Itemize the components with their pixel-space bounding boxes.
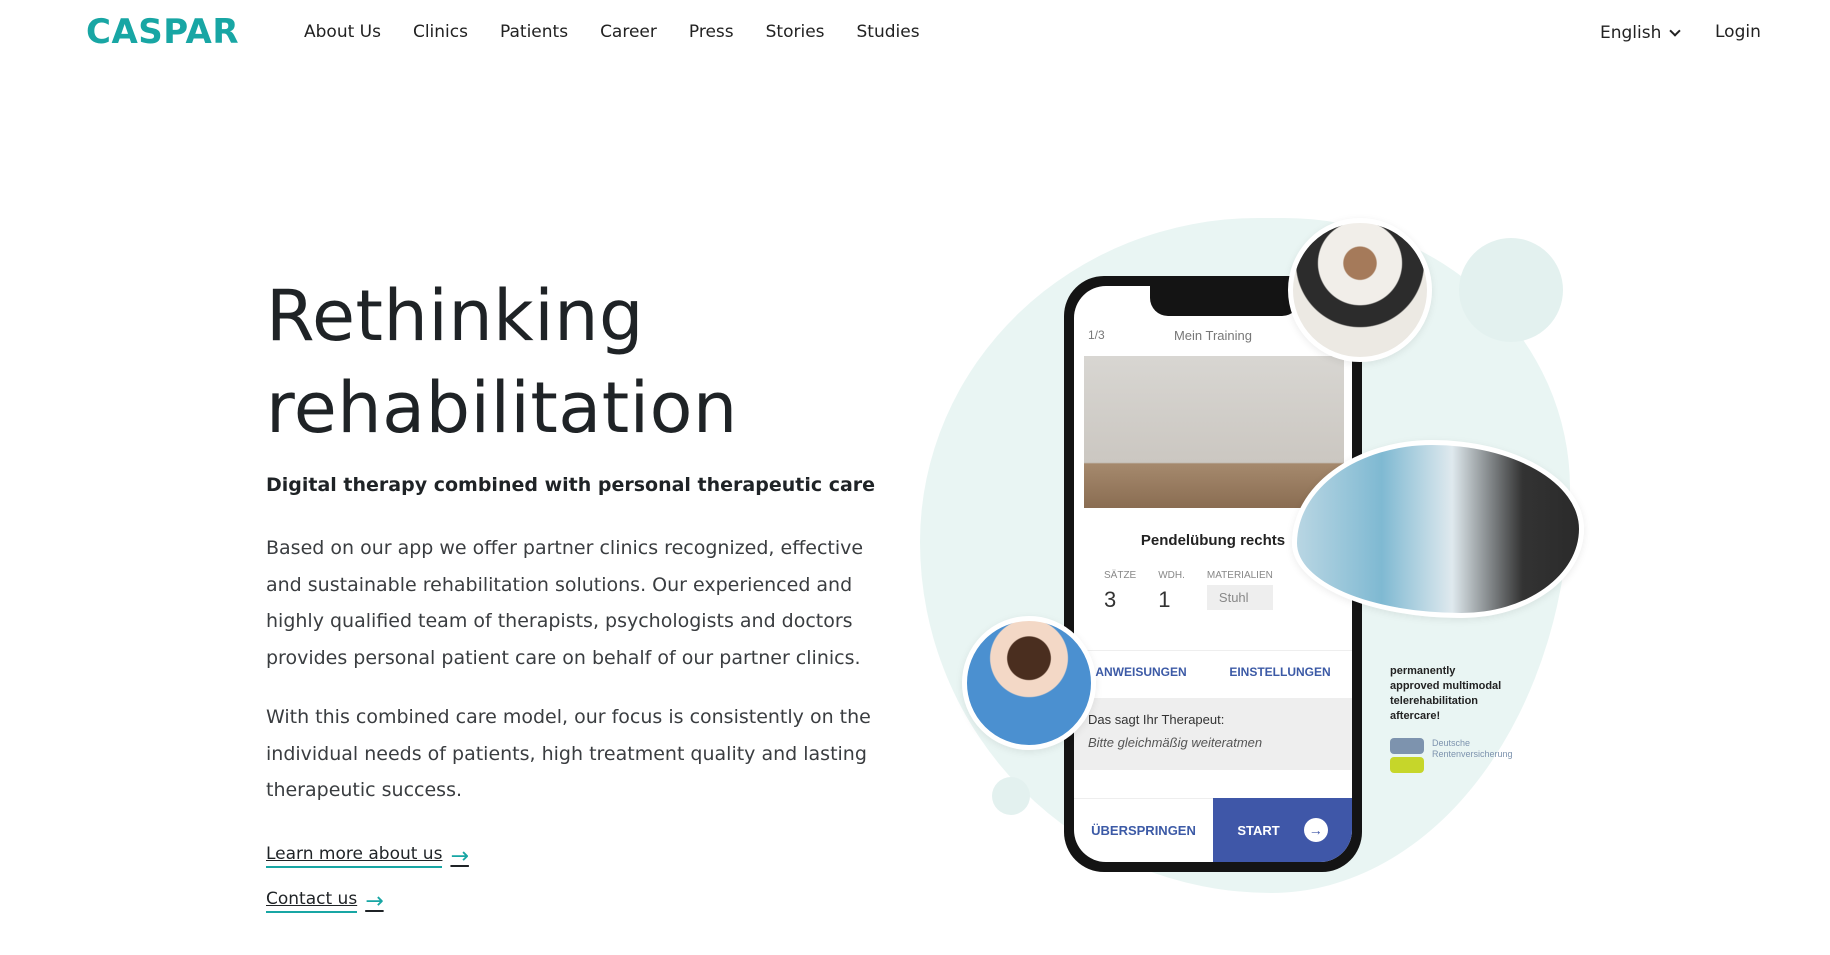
nav-about-us[interactable]: About Us (304, 22, 381, 42)
drv-logo-icon (1390, 738, 1424, 774)
drv-badge: Deutsche Rentenversicherung (1390, 738, 1513, 774)
material-chip: Stuhl (1206, 585, 1273, 610)
hero-illustration: 1/3 Mein Training Pendelübung rechts SÄT… (920, 218, 1584, 898)
nav-patients[interactable]: Patients (500, 22, 568, 42)
hero-title-line1: Rethinking (266, 275, 644, 357)
drv-name-line: Rentenversicherung (1432, 749, 1513, 759)
background-circle (1459, 238, 1563, 342)
start-button: START → (1213, 798, 1352, 862)
approval-line: permanently (1390, 665, 1456, 677)
stat-sets: SÄTZE 3 (1104, 570, 1136, 613)
arrow-right-icon: → (450, 843, 469, 869)
phone-action-bar: ÜBERSPRINGEN START → (1074, 798, 1352, 862)
learn-more-link[interactable]: Learn more about us → (266, 844, 469, 868)
nav-career[interactable]: Career (600, 22, 657, 42)
stat-label: SÄTZE (1104, 570, 1137, 581)
therapist-note: Das sagt Ihr Therapeut: Bitte gleichmäßi… (1074, 698, 1352, 770)
language-selector[interactable]: English (1600, 23, 1682, 43)
main-nav: About Us Clinics Patients Career Press S… (304, 22, 952, 42)
contact-label: Contact us (266, 889, 358, 913)
skip-button: ÜBERSPRINGEN (1074, 798, 1213, 862)
start-label: START (1237, 822, 1280, 838)
nav-clinics[interactable]: Clinics (413, 22, 468, 42)
stat-label: WDH. (1158, 570, 1185, 581)
language-label: English (1600, 23, 1662, 43)
tab-settings: EINSTELLUNGEN (1229, 665, 1331, 679)
login-link[interactable]: Login (1715, 22, 1761, 42)
learn-more-label: Learn more about us (266, 844, 443, 868)
nav-stories[interactable]: Stories (766, 22, 825, 42)
therapy-session-photo (1292, 440, 1584, 618)
drv-name: Deutsche Rentenversicherung (1432, 738, 1513, 774)
hero-paragraph-1: Based on our app we offer partner clinic… (266, 537, 864, 669)
site-header: CASPAR About Us Clinics Patients Career … (0, 0, 1830, 66)
exercise-photo (1084, 356, 1344, 508)
stat-value: 1 (1158, 587, 1171, 612)
nav-press[interactable]: Press (689, 22, 734, 42)
background-dot (992, 777, 1030, 815)
phone-notch (1150, 286, 1300, 316)
therapist-quote: Bitte gleichmäßig weiteratmen (1088, 735, 1263, 750)
drv-name-line: Deutsche (1432, 738, 1471, 748)
arrow-right-icon: → (365, 888, 384, 914)
therapist-phone-photo (962, 616, 1096, 750)
arrow-right-icon: → (1303, 818, 1328, 842)
approval-line: telerehabilitation (1390, 695, 1479, 707)
tab-instructions: ANWEISUNGEN (1095, 665, 1187, 679)
hero-paragraph-2: With this combined care model, our focus… (266, 706, 871, 801)
stat-reps: WDH. 1 (1158, 570, 1185, 613)
exercise-stats: SÄTZE 3 WDH. 1 MATERIALIEN Stuhl (1104, 570, 1273, 613)
approval-note: permanently approved multimodal telereha… (1390, 664, 1501, 724)
therapist-label: Das sagt Ihr Therapeut: (1088, 712, 1225, 727)
hero-title: Rethinking rehabilitation (266, 270, 886, 454)
approval-line: approved multimodal (1390, 680, 1502, 692)
chevron-down-icon (1669, 25, 1682, 37)
hero-subtitle: Digital therapy combined with personal t… (266, 474, 876, 496)
patient-photo-yoga (1288, 218, 1432, 362)
caspar-logo[interactable]: CASPAR (86, 12, 239, 52)
stat-material: MATERIALIEN Stuhl (1206, 570, 1273, 613)
stat-value: 3 (1104, 587, 1117, 612)
nav-studies[interactable]: Studies (857, 22, 920, 42)
phone-tabs: ANWEISUNGEN EINSTELLUNGEN (1074, 650, 1352, 679)
approval-line: aftercare! (1390, 710, 1441, 722)
stat-label: MATERIALIEN (1206, 570, 1273, 581)
contact-link[interactable]: Contact us → (266, 889, 384, 913)
hero-title-line2: rehabilitation (266, 367, 738, 449)
